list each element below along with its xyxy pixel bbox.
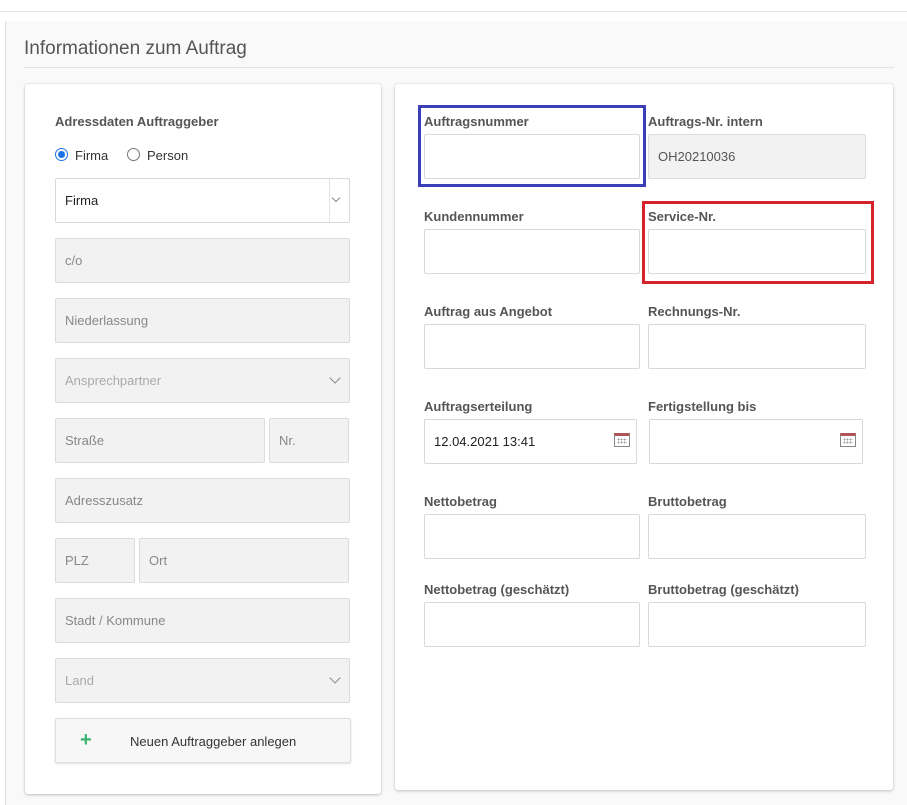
calendar-icon[interactable] <box>614 433 630 447</box>
calendar-icon[interactable] <box>840 433 856 447</box>
plz-field[interactable]: PLZ <box>55 538 135 583</box>
company-select[interactable]: Firma <box>55 178 350 223</box>
land-placeholder: Land <box>65 673 94 688</box>
ort-placeholder: Ort <box>149 553 168 568</box>
auftrag-aus-angebot-label: Auftrag aus Angebot <box>424 304 553 319</box>
client-address-heading: Adressdaten Auftraggeber <box>55 114 219 129</box>
stadt-placeholder: Stadt / Kommune <box>65 613 166 628</box>
auftrags-nr-intern-label: Auftrags-Nr. intern <box>648 114 763 129</box>
nettobetrag-geschaetzt-label: Nettobetrag (geschätzt) <box>424 582 570 597</box>
land-select[interactable]: Land <box>55 658 350 703</box>
select-divider <box>329 179 330 222</box>
highlight-box-red <box>642 201 874 284</box>
auftrags-nr-intern-field: OH20210036 <box>648 134 866 179</box>
auftragserteilung-input[interactable]: 12.04.2021 13:41 <box>424 419 637 464</box>
company-select-value: Firma <box>65 193 99 208</box>
section-title: Informationen zum Auftrag <box>24 38 247 59</box>
add-client-label: Neuen Auftraggeber anlegen <box>130 734 297 749</box>
co-placeholder: c/o <box>65 253 83 268</box>
ort-field[interactable]: Ort <box>139 538 349 583</box>
rechnungs-nr-label: Rechnungs-Nr. <box>648 304 741 319</box>
niederlassung-placeholder: Niederlassung <box>65 313 149 328</box>
adresszusatz-placeholder: Adresszusatz <box>65 493 144 508</box>
rechnungs-nr-input[interactable] <box>648 324 866 369</box>
ansprechpartner-select[interactable]: Ansprechpartner <box>55 358 350 403</box>
adresszusatz-field[interactable]: Adresszusatz <box>55 478 350 523</box>
auftrags-nr-intern-value: OH20210036 <box>658 149 736 164</box>
radio-person[interactable] <box>127 148 140 161</box>
hausnummer-field[interactable]: Nr. <box>269 418 349 463</box>
radio-firma-label: Firma <box>75 148 109 163</box>
auftragserteilung-label: Auftragserteilung <box>424 399 533 414</box>
ansprechpartner-placeholder: Ansprechpartner <box>65 373 162 388</box>
fertigstellung-bis-label: Fertigstellung bis <box>648 399 757 414</box>
highlight-box-blue <box>418 105 646 187</box>
hausnummer-placeholder: Nr. <box>279 433 296 448</box>
kundennummer-input[interactable] <box>424 229 640 274</box>
strasse-field[interactable]: Straße <box>55 418 265 463</box>
fertigstellung-bis-input[interactable] <box>649 419 863 464</box>
auftrag-aus-angebot-input[interactable] <box>424 324 640 369</box>
nettobetrag-label: Nettobetrag <box>424 494 497 509</box>
bruttobetrag-input[interactable] <box>648 514 866 559</box>
title-divider <box>24 67 894 68</box>
nettobetrag-input[interactable] <box>424 514 640 559</box>
radio-firma[interactable] <box>55 148 68 161</box>
kundennummer-label: Kundennummer <box>424 209 524 224</box>
plz-placeholder: PLZ <box>65 553 89 568</box>
strasse-placeholder: Straße <box>65 433 105 448</box>
co-field[interactable]: c/o <box>55 238 350 283</box>
auftragserteilung-value: 12.04.2021 13:41 <box>434 434 536 449</box>
top-divider <box>0 11 907 12</box>
bruttobetrag-geschaetzt-input[interactable] <box>648 602 866 647</box>
niederlassung-field[interactable]: Niederlassung <box>55 298 350 343</box>
add-client-button[interactable]: + Neuen Auftraggeber anlegen <box>55 718 351 763</box>
radio-person-label: Person <box>147 148 189 163</box>
stadt-field[interactable]: Stadt / Kommune <box>55 598 350 643</box>
plus-icon: + <box>80 729 92 751</box>
bruttobetrag-geschaetzt-label: Bruttobetrag (geschätzt) <box>648 582 799 597</box>
nettobetrag-geschaetzt-input[interactable] <box>424 602 640 647</box>
bruttobetrag-label: Bruttobetrag <box>648 494 727 509</box>
